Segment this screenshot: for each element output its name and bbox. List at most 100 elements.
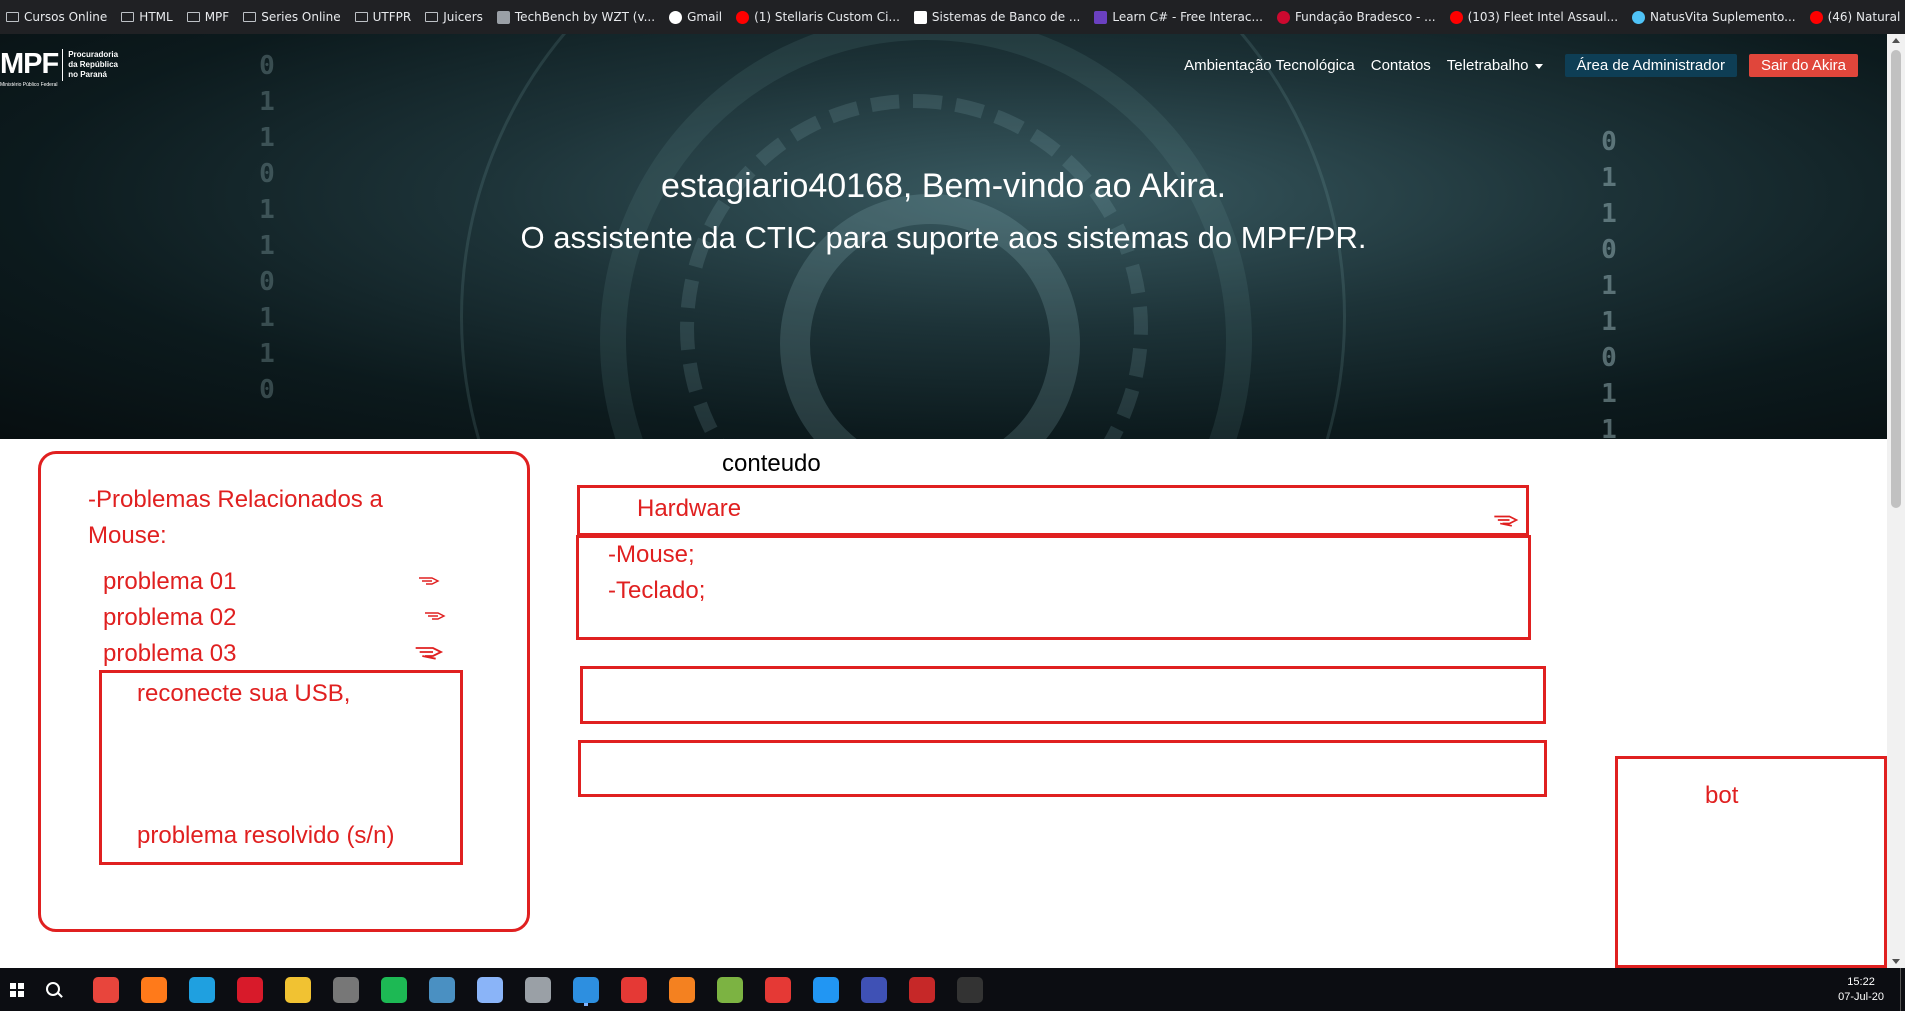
google-icon	[669, 10, 683, 24]
virtualbox-icon[interactable]	[477, 976, 503, 1003]
scroll-thumb[interactable]	[1891, 50, 1901, 508]
amazon-icon	[913, 10, 927, 24]
sublime-icon[interactable]	[669, 976, 695, 1003]
scroll-down-arrow[interactable]	[1892, 959, 1900, 964]
bradesco-icon	[1276, 10, 1290, 24]
bookmark-label: (103) Fleet Intel Assaul...	[1467, 10, 1619, 24]
spotify-icon[interactable]	[381, 976, 407, 1003]
bookmark-item[interactable]: Sistemas de Banco de ...	[913, 10, 1080, 24]
taskbar-apps	[82, 976, 994, 1003]
bookmark-item[interactable]: Learn C# - Free Interac...	[1094, 10, 1263, 24]
list-item-keyboard[interactable]: -Teclado;	[608, 577, 705, 605]
file-explorer-icon[interactable]	[285, 976, 311, 1003]
chrome-icon[interactable]	[93, 976, 119, 1003]
bookmark-label: Cursos Online	[24, 10, 108, 24]
list-item-mouse[interactable]: -Mouse;	[608, 541, 695, 569]
logo-caption: Ministério Público Federal	[0, 82, 58, 88]
admin-area-button[interactable]: Área de Administrador	[1564, 54, 1737, 77]
firefox-icon[interactable]	[141, 976, 167, 1003]
logo-text: MPF	[0, 48, 59, 80]
bookmark-item[interactable]: UTFPR	[354, 10, 412, 24]
bookmark-item[interactable]: TechBench by WZT (v...	[496, 10, 655, 24]
windows-taskbar: 15:22 07-Jul-20	[0, 968, 1905, 1011]
folder-icon	[243, 12, 257, 22]
bookmark-item[interactable]: NatusVita Suplemento...	[1632, 10, 1796, 24]
bookmark-item[interactable]: Juicers	[425, 10, 483, 24]
mpf-logo[interactable]: MPF Procuradoria da República no Paraná	[0, 48, 118, 81]
opera-icon[interactable]	[237, 976, 263, 1003]
show-desktop-button[interactable]	[1900, 968, 1905, 1011]
hardware-label: Hardware	[637, 495, 742, 522]
steam-icon[interactable]	[909, 976, 935, 1003]
system-clock[interactable]: 15:22 07-Jul-20	[1838, 975, 1884, 1005]
logo-divider	[62, 48, 64, 81]
bookmark-item[interactable]: (46) Natural Language...	[1809, 10, 1905, 24]
bookmark-item[interactable]: (103) Fleet Intel Assaul...	[1449, 10, 1619, 24]
nav-teletrabalho[interactable]: Teletrabalho	[1447, 57, 1543, 74]
welcome-subtitle: O assistente da CTIC para suporte aos si…	[520, 220, 1367, 255]
search-icon[interactable]	[46, 981, 62, 998]
natusvita-icon	[1632, 10, 1646, 24]
bookmark-item[interactable]: Fundação Bradesco - ...	[1276, 10, 1436, 24]
bookmark-label: (1) Stellaris Custom Ci...	[754, 10, 900, 24]
vscode-icon[interactable]	[573, 976, 599, 1003]
bookmark-label: Learn C# - Free Interac...	[1112, 10, 1263, 24]
bookmark-item[interactable]: HTML	[121, 10, 173, 24]
bookmark-label: Juicers	[443, 10, 483, 24]
problem-item-2[interactable]: problema 02	[103, 604, 236, 632]
content-label: conteudo	[722, 450, 821, 477]
bookmark-label: Gmail	[687, 10, 723, 24]
youtube-icon	[1809, 10, 1823, 24]
clock-date: 07-Jul-20	[1838, 990, 1884, 1003]
bookmark-label: Series Online	[261, 10, 341, 24]
hero-banner: 0110110110 0110110110 MPF Procuradoria d…	[0, 34, 1887, 439]
nav-ambientacao[interactable]: Ambientação Tecnológica	[1184, 57, 1355, 74]
folder-icon	[121, 12, 135, 22]
welcome-title: estagiario40168, Bem-vindo ao Akira.	[660, 167, 1227, 205]
bookmark-label: UTFPR	[372, 10, 412, 24]
bot-label: bot	[1705, 782, 1739, 809]
bookmark-item[interactable]: Gmail	[669, 10, 722, 24]
bookmark-item[interactable]: Cursos Online	[6, 10, 107, 24]
pointing-hand-icon	[419, 577, 440, 585]
shield-icon[interactable]	[765, 976, 791, 1003]
logo-line-3: no Paraná	[68, 69, 107, 79]
edge-icon[interactable]	[189, 976, 215, 1003]
solution-text: reconecte sua USB,	[137, 680, 351, 707]
resolved-question[interactable]: problema resolvido (s/n)	[137, 822, 394, 850]
nav-contatos[interactable]: Contatos	[1371, 57, 1431, 74]
bookmark-label: Fundação Bradesco - ...	[1294, 10, 1436, 24]
clock-time: 15:22	[1847, 975, 1875, 988]
bookmarks-bar: Cursos Online HTML MPF Series Online UTFPR Ju…	[0, 0, 1905, 34]
folder-icon	[425, 12, 439, 22]
clapper-icon[interactable]	[333, 976, 359, 1003]
network-icon[interactable]	[861, 976, 887, 1003]
problem-item-1[interactable]: problema 01	[103, 568, 236, 596]
game-icon[interactable]	[525, 976, 551, 1003]
page-scrollbar[interactable]	[1887, 34, 1905, 968]
logo-line-1: Procuradoria	[68, 49, 119, 59]
logo-line-2: da República	[68, 59, 119, 69]
category-list-sketch	[576, 535, 1531, 640]
lockhunter-icon[interactable]	[621, 976, 647, 1003]
bookmark-item[interactable]: MPF	[186, 10, 230, 24]
bot-box-sketch[interactable]	[1615, 756, 1887, 968]
chevron-down-icon	[1534, 63, 1543, 69]
windows-start-icon[interactable]	[10, 982, 24, 997]
folder-icon	[6, 12, 19, 22]
paint-icon[interactable]	[717, 976, 743, 1003]
computer-icon[interactable]	[429, 976, 455, 1003]
empty-box-sketch	[578, 740, 1547, 797]
pointing-hand-icon	[425, 612, 446, 620]
bookmark-label: HTML	[139, 10, 173, 24]
scroll-up-arrow[interactable]	[1892, 38, 1900, 43]
bookmark-item[interactable]: (1) Stellaris Custom Ci...	[736, 10, 900, 24]
csharp-icon	[1094, 10, 1108, 24]
bookmark-label: MPF	[204, 10, 230, 24]
terminal-icon[interactable]	[957, 976, 983, 1003]
problem-item-3[interactable]: problema 03	[103, 640, 236, 668]
exit-akira-button[interactable]: Sair do Akira	[1748, 54, 1858, 77]
gear-blue-icon[interactable]	[813, 976, 839, 1003]
page-icon	[496, 10, 510, 24]
bookmark-item[interactable]: Series Online	[243, 10, 341, 24]
